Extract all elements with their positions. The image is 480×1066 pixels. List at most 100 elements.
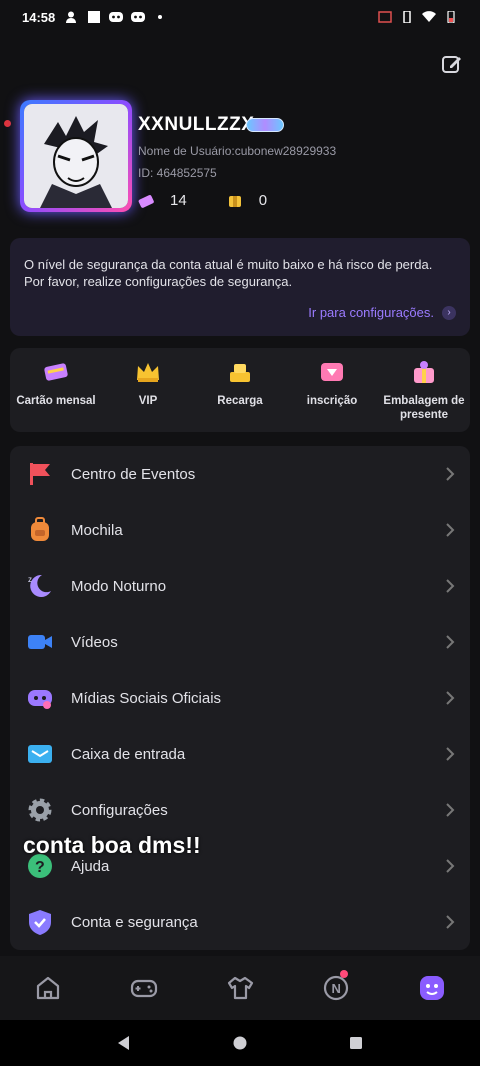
chevron-right-icon: [446, 915, 455, 929]
quick-vip[interactable]: VIP: [102, 348, 194, 432]
profile-stats: 14 0: [138, 192, 307, 209]
menu-item-label: Vídeos: [71, 633, 118, 651]
menu-item-label: Caixa de entrada: [71, 745, 186, 763]
menu-item-account-security[interactable]: Conta e segurança: [10, 894, 470, 950]
menu-item-label: Modo Noturno: [71, 577, 167, 595]
coins-count: 0: [258, 192, 268, 209]
quick-actions: Cartão mensal VIP Recarga inscrição Emba…: [10, 348, 470, 432]
security-settings-link[interactable]: Ir para configurações. ›: [308, 305, 456, 320]
profile-face-icon: [420, 976, 444, 1000]
status-bar: 14:58: [0, 0, 480, 34]
edit-profile-icon[interactable]: [440, 52, 464, 76]
dot-icon: [158, 15, 163, 19]
menu-item-backpack[interactable]: Mochila: [10, 502, 470, 558]
square-icon: [88, 11, 101, 23]
vip-badge-icon: [246, 118, 284, 132]
profile-nickname: XXNULLZZX: [138, 114, 255, 135]
chevron-right-icon: [446, 859, 455, 873]
flag-icon: [30, 463, 50, 485]
quick-subscription[interactable]: inscrição: [286, 348, 378, 432]
news-icon: N: [323, 975, 349, 1001]
menu-item-settings[interactable]: Configurações: [10, 782, 470, 838]
notification-dot: [340, 970, 348, 978]
quick-label: VIP: [138, 395, 158, 407]
quick-label: inscrição: [306, 395, 358, 407]
discord-status-icon: [109, 12, 124, 22]
menu-item-events[interactable]: Centro de Eventos: [10, 446, 470, 502]
gamepad-icon: [130, 979, 158, 998]
menu-item-label: Mochila: [71, 521, 123, 539]
quick-gift[interactable]: Embalagem de presente: [378, 348, 470, 432]
quick-label: Cartão mensal: [16, 395, 96, 407]
profile-username: Nome de Usuário:cubonew28929933: [138, 144, 337, 158]
svg-text:?: ?: [35, 859, 45, 876]
security-notice: O nível de segurança da conta atual é mu…: [10, 238, 470, 336]
coin-box-icon: [228, 195, 241, 207]
menu-item-social-media[interactable]: Mídias Sociais Oficiais: [10, 670, 470, 726]
coins-icon: [230, 364, 250, 382]
chevron-right-icon: [446, 579, 455, 593]
home-circle-icon[interactable]: [232, 1035, 248, 1051]
bottom-tab-bar: N: [0, 956, 480, 1020]
tab-outfit[interactable]: [192, 974, 288, 1002]
quick-monthly-card[interactable]: Cartão mensal: [10, 348, 102, 432]
svg-text:N: N: [332, 981, 341, 996]
home-icon: [36, 976, 60, 1000]
shield-icon: [29, 910, 51, 935]
chevron-right-icon: [446, 523, 455, 537]
back-icon[interactable]: [116, 1035, 132, 1051]
menu-item-inbox[interactable]: Caixa de entrada: [10, 726, 470, 782]
mail-icon: [28, 745, 52, 763]
menu-item-label: Ajuda: [71, 857, 110, 875]
backpack-icon: [31, 517, 49, 541]
crown-icon: [137, 363, 159, 382]
gift-icon: [414, 361, 434, 383]
chevron-right-icon: [446, 747, 455, 761]
wifi-icon: [422, 11, 436, 22]
avatar[interactable]: [20, 100, 132, 212]
profile-id: ID: 464852575: [138, 166, 217, 180]
avatar-art-icon: [24, 104, 128, 208]
menu-item-videos[interactable]: Vídeos: [10, 614, 470, 670]
tickets-count: 14: [170, 192, 187, 209]
menu-item-label: Configurações: [71, 801, 168, 819]
indicator-dot: [4, 120, 11, 127]
person-add-icon: [66, 11, 77, 23]
quick-label: Embalagem de presente: [383, 395, 465, 421]
avatar-image: [24, 104, 128, 208]
coins-stat[interactable]: 0: [227, 192, 267, 209]
chevron-right-icon: ›: [442, 305, 456, 320]
ticket-icon: [138, 194, 154, 208]
diamond-icon: [321, 363, 343, 381]
menu-item-label: Mídias Sociais Oficiais: [71, 689, 222, 707]
tab-home[interactable]: [0, 974, 96, 1002]
chevron-right-icon: [446, 635, 455, 649]
security-link-label: Ir para configurações.: [308, 305, 434, 320]
security-message: O nível de segurança da conta atual é mu…: [24, 257, 433, 289]
svg-text:z: z: [28, 575, 32, 584]
gear-icon: [28, 798, 52, 822]
status-system-icons: [378, 11, 458, 23]
cast-icon: [378, 11, 392, 23]
quick-recharge[interactable]: Recarga: [194, 348, 286, 432]
recents-icon[interactable]: [348, 1035, 364, 1051]
profile-header: XXNULLZZX Nome de Usuário:cubonew2892993…: [4, 100, 458, 220]
tickets-stat[interactable]: 14: [138, 192, 187, 209]
quick-label: Recarga: [217, 395, 263, 407]
tab-games[interactable]: [96, 974, 192, 1002]
status-notification-icons: [65, 11, 167, 23]
tab-me[interactable]: [384, 974, 480, 1002]
shirt-icon: [227, 976, 254, 1000]
discord-status-icon-2: [131, 12, 146, 22]
menu-item-night-mode[interactable]: z Modo Noturno: [10, 558, 470, 614]
menu-item-label: Conta e segurança: [71, 913, 198, 931]
battery-icon: [447, 11, 455, 23]
chevron-right-icon: [446, 467, 455, 481]
moon-icon: z: [28, 574, 51, 597]
menu-item-label: Centro de Eventos: [71, 465, 196, 483]
chevron-right-icon: [446, 803, 455, 817]
settings-menu: Centro de Eventos Mochila z Modo Noturno…: [10, 446, 470, 950]
video-icon: [28, 635, 52, 649]
chevron-right-icon: [446, 691, 455, 705]
tab-news[interactable]: N: [288, 970, 384, 1002]
